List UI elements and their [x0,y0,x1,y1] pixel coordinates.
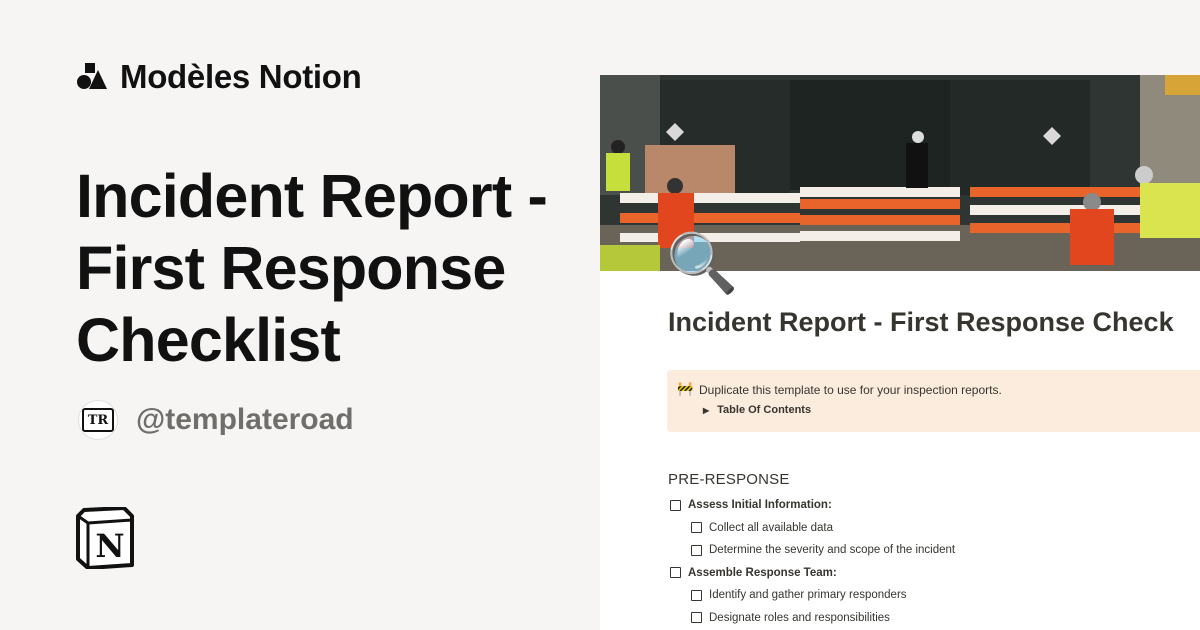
notion-page-preview[interactable]: 🔍 Incident Report - First Response Check… [600,75,1200,630]
brand-header: Modèles Notion [76,58,362,96]
checklist-item[interactable]: Designate roles and responsibilities [670,607,1190,630]
magnifying-glass-icon[interactable]: 🔍 [666,235,738,293]
checklist-item[interactable]: Assemble Response Team: [670,562,1190,585]
avatar-monogram: TR [82,408,114,432]
checkbox-icon[interactable] [670,499,681,511]
hero-title-line: Checklist [76,306,341,374]
author-byline[interactable]: TR @templateroad [78,400,354,440]
hero-title-line: First Response [76,234,506,302]
checkbox-icon[interactable] [691,612,702,624]
checklist-item[interactable]: Determine the severity and scope of the … [670,539,1190,562]
checkbox-icon[interactable] [670,567,681,579]
checklist-item-label: Collect all available data [709,521,834,534]
notion-logo-icon: N [76,506,134,570]
hero-title-line: Incident Report - [76,162,548,230]
toggle-label: Table Of Contents [717,404,812,416]
section-heading: PRE-RESPONSE [668,471,790,488]
toc-toggle[interactable]: ▶ Table Of Contents [703,404,811,416]
checkbox-icon[interactable] [691,544,702,556]
hero-title: Incident Report - First Response Checkli… [76,160,596,376]
callout-text: Duplicate this template to use for your … [699,383,1002,397]
checklist-item[interactable]: Assess Initial Information: [670,494,1190,517]
checklist-item-label: Designate roles and responsibilities [709,611,890,624]
page-title[interactable]: Incident Report - First Response Check [668,307,1174,338]
checklist-item-label: Identify and gather primary responders [709,589,907,602]
checkbox-icon[interactable] [691,522,702,534]
svg-text:N: N [95,527,124,565]
checklist: Assess Initial Information: Collect all … [670,494,1190,629]
checklist-item-label: Assess Initial Information: [688,499,832,512]
checkbox-icon[interactable] [691,589,702,601]
checklist-item[interactable]: Collect all available data [670,517,1190,540]
checklist-item-label: Determine the severity and scope of the … [709,544,956,557]
construction-barrier-icon: 🚧 [677,381,694,396]
avatar[interactable]: TR [78,400,118,440]
templates-shapes-icon [76,62,108,92]
author-handle[interactable]: @templateroad [136,403,354,437]
triangle-right-icon[interactable]: ▶ [703,406,709,415]
callout-block[interactable]: 🚧 Duplicate this template to use for you… [667,370,1200,432]
checklist-item[interactable]: Identify and gather primary responders [670,584,1190,607]
checklist-item-label: Assemble Response Team: [688,566,837,579]
brand-name: Modèles Notion [120,58,362,95]
